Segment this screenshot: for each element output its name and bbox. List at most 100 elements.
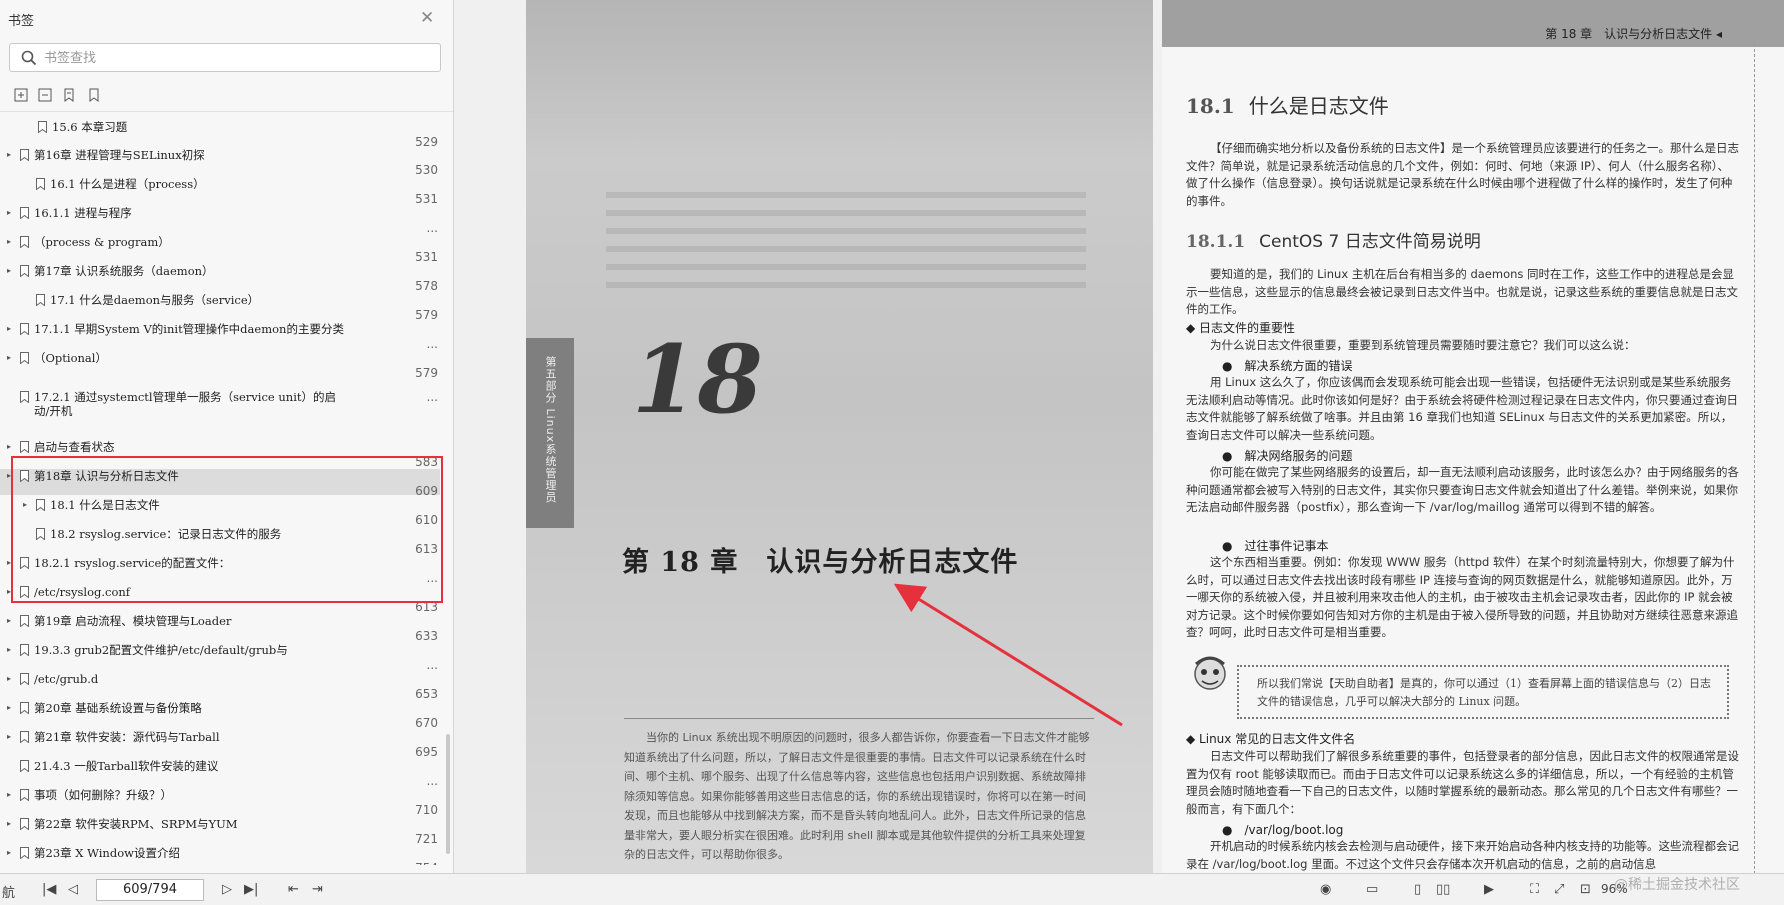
document-view-icon[interactable]: ▯	[1414, 882, 1421, 897]
single-page-view-icon[interactable]: ▭	[1366, 882, 1378, 897]
bookmark-item[interactable]: ▸ 启动与查看状态 583	[0, 440, 440, 469]
bookmark-item[interactable]: ▸ /etc/grub.d 653	[0, 672, 440, 701]
bookmark-icon[interactable]	[86, 87, 102, 103]
expand-arrow-icon[interactable]: ▸	[4, 846, 14, 860]
bookmark-icon	[20, 673, 29, 685]
collapse-all-icon[interactable]	[37, 87, 53, 103]
bookmark-item[interactable]: ▸ （Optional） 579	[0, 351, 440, 380]
bookmark-page-number: 653	[415, 687, 438, 701]
next-page-button[interactable]: ▷	[222, 882, 232, 897]
paragraph: 要知道的是，我们的 Linux 主机在后台有相当多的 daemons 同时在工作…	[1186, 267, 1738, 316]
bookmark-item[interactable]: ▸ 第18章 认识与分析日志文件 609	[0, 469, 440, 498]
bookmark-item[interactable]: ▸ 19.3.3 grub2配置文件维护/etc/default/grub与...	[0, 643, 440, 672]
expand-arrow-icon[interactable]: ▸	[4, 585, 14, 599]
bookmark-item[interactable]: ▸ 第23章 X Window设置介绍 754	[0, 846, 440, 865]
nav-label: 航	[2, 886, 16, 901]
bookmark-label: 18.2 rsyslog.service：记录日志文件的服务	[50, 527, 282, 541]
bookmark-page-number: ...	[426, 571, 438, 585]
expand-arrow-icon[interactable]: ▸	[4, 788, 14, 802]
double-page-view-icon[interactable]: ▯▯	[1436, 882, 1450, 897]
bookmark-item[interactable]: ▸ 事项（如何删除？升级？） 710	[0, 788, 440, 817]
close-icon[interactable]: ✕	[420, 8, 434, 28]
bookmark-search-box[interactable]	[9, 43, 441, 72]
expand-arrow-icon[interactable]: ▸	[20, 498, 30, 512]
expand-arrow-icon[interactable]: ▸	[4, 206, 14, 220]
bookmark-item[interactable]: ▸ 18.2.1 rsyslog.service的配置文件：...	[0, 556, 440, 585]
page-edge-dashed-line	[1754, 44, 1755, 873]
bookmark-page-number: ...	[426, 221, 438, 235]
bookmark-item[interactable]: ▸ /etc/rsyslog.conf 613	[0, 585, 440, 614]
expand-arrow-icon[interactable]: ▸	[4, 614, 14, 628]
expand-arrow-icon[interactable]: ▸	[4, 817, 14, 831]
prev-page-button[interactable]: ◁	[68, 882, 78, 897]
bookmark-item[interactable]: 16.1 什么是进程（process） 531	[0, 177, 440, 206]
bookmark-item[interactable]: ▸ 第20章 基础系统设置与备份策略 670	[0, 701, 440, 730]
expand-arrow-icon[interactable]: ▸	[4, 264, 14, 278]
back-button[interactable]: ⇤	[288, 882, 299, 897]
last-page-button[interactable]: ▶|	[244, 882, 258, 897]
bookmark-scrollbar[interactable]	[446, 114, 451, 854]
search-icon	[21, 50, 37, 66]
bookmark-item[interactable]: 21.4.3 一般Tarball软件安装的建议...	[0, 759, 440, 788]
expand-arrow-icon[interactable]: ▸	[4, 235, 14, 249]
fit-width-icon[interactable]: ⤢	[1554, 882, 1564, 897]
expand-arrow-icon[interactable]: ▸	[4, 643, 14, 657]
bookmark-search-input[interactable]	[44, 48, 434, 68]
scrollbar-thumb[interactable]	[446, 734, 450, 854]
page-number-input[interactable]: 609/794	[96, 879, 204, 901]
paragraph: 【仔细而确实地分析以及备份系统的日志文件】是一个系统管理员应该要进行的任务之一。…	[1186, 141, 1739, 208]
bookmark-page-number: 609	[415, 484, 438, 498]
expand-arrow-icon[interactable]: ▸	[4, 469, 14, 483]
paragraph: 用 Linux 这么久了，你应该偶而会发现系统可能会出现一些错误，包括硬件无法识…	[1186, 375, 1738, 442]
bookmark-icon	[20, 789, 29, 801]
expand-arrow-icon[interactable]: ▸	[4, 351, 14, 365]
bookmark-item[interactable]: 17.2.1 通过systemctl管理单一服务（service unit）的启…	[0, 390, 440, 432]
forward-button[interactable]: ⇥	[312, 882, 323, 897]
bookmark-icon	[36, 499, 45, 511]
bookmark-item[interactable]: ▸ 18.1 什么是日志文件 610	[0, 498, 440, 527]
bookmark-item[interactable]: ▸ （process & program） 531	[0, 235, 440, 264]
expand-arrow-icon[interactable]: ▸	[4, 322, 14, 336]
subsection-title: CentOS 7 日志文件简易说明	[1259, 232, 1481, 252]
bookmark-item[interactable]: 17.1 什么是daemon与服务（service） 579	[0, 293, 440, 322]
first-page-button[interactable]: |◀	[42, 882, 56, 897]
toolbar-divider	[0, 111, 453, 112]
fit-page-icon[interactable]: ⛶	[1530, 882, 1539, 897]
expand-all-icon[interactable]	[13, 87, 29, 103]
expand-arrow-icon[interactable]: ▸	[4, 440, 14, 454]
add-bookmark-icon[interactable]	[61, 87, 77, 103]
play-icon[interactable]: ▶	[1484, 882, 1494, 897]
expand-arrow-icon[interactable]: ▸	[4, 148, 14, 162]
expand-arrow-icon[interactable]: ▸	[4, 672, 14, 686]
bookmark-icon	[20, 818, 29, 830]
zoom-menu-icon[interactable]: ⊡	[1580, 882, 1591, 897]
bookmark-item[interactable]: 15.6 本章习题 529	[0, 120, 440, 149]
bookmark-item[interactable]: ▸ 第17章 认识系统服务（daemon） 578	[0, 264, 440, 293]
expand-arrow-icon[interactable]: ▸	[4, 730, 14, 744]
bookmark-icon	[20, 557, 29, 569]
paragraph: 开机启动的时候系统内核会去检测与启动硬件，接下来开始启动各种内核支持的功能等。这…	[1186, 839, 1739, 871]
bookmark-icon	[20, 441, 29, 453]
bookmark-page-number: ...	[426, 337, 438, 351]
bookmark-page-number: 530	[415, 163, 438, 177]
bookmark-item[interactable]: 18.2 rsyslog.service：记录日志文件的服务 613	[0, 527, 440, 556]
chapter-title-page: 第五部分 Linux系统管理员 18 第 18 章 认识与分析日志文件 当你的 …	[526, 0, 1153, 873]
bookmark-label: 18.1 什么是日志文件	[50, 498, 160, 512]
bookmark-item[interactable]: ▸ 第16章 进程管理与SELinux初探 530	[0, 148, 440, 177]
tip-text: 所以我们常说【天助自助者】是真的，你可以通过（1）查看屏幕上面的错误信息与（2）…	[1257, 677, 1711, 708]
expand-arrow-icon[interactable]: ▸	[4, 556, 14, 570]
section-number: 18.1	[1186, 94, 1235, 118]
bookmark-page-number: 578	[415, 279, 438, 293]
bookmark-item[interactable]: ▸ 16.1.1 进程与程序...	[0, 206, 440, 235]
expand-arrow-icon[interactable]: ▸	[4, 701, 14, 715]
panel-title: 书签	[8, 14, 35, 29]
paragraph: 日志文件可以帮助我们了解很多系统重要的事件，包括登录者的部分信息，因此日志文件的…	[1186, 749, 1739, 816]
bookmark-item[interactable]: ▸ 第22章 软件安装RPM、SRPM与YUM 721	[0, 817, 440, 846]
eye-protection-icon[interactable]: ◉	[1320, 882, 1331, 897]
sub-bullet: ● 解决系统方面的错误	[1222, 359, 1353, 373]
bookmark-item[interactable]: ▸ 第21章 软件安装：源代码与Tarball 695	[0, 730, 440, 759]
bookmark-item[interactable]: ▸ 第19章 启动流程、模块管理与Loader 633	[0, 614, 440, 643]
bookmark-page-number: 695	[415, 745, 438, 759]
bookmark-item[interactable]: ▸ 17.1.1 早期System V的init管理操作中daemon的主要分类.…	[0, 322, 440, 351]
bookmark-icon	[20, 586, 29, 598]
